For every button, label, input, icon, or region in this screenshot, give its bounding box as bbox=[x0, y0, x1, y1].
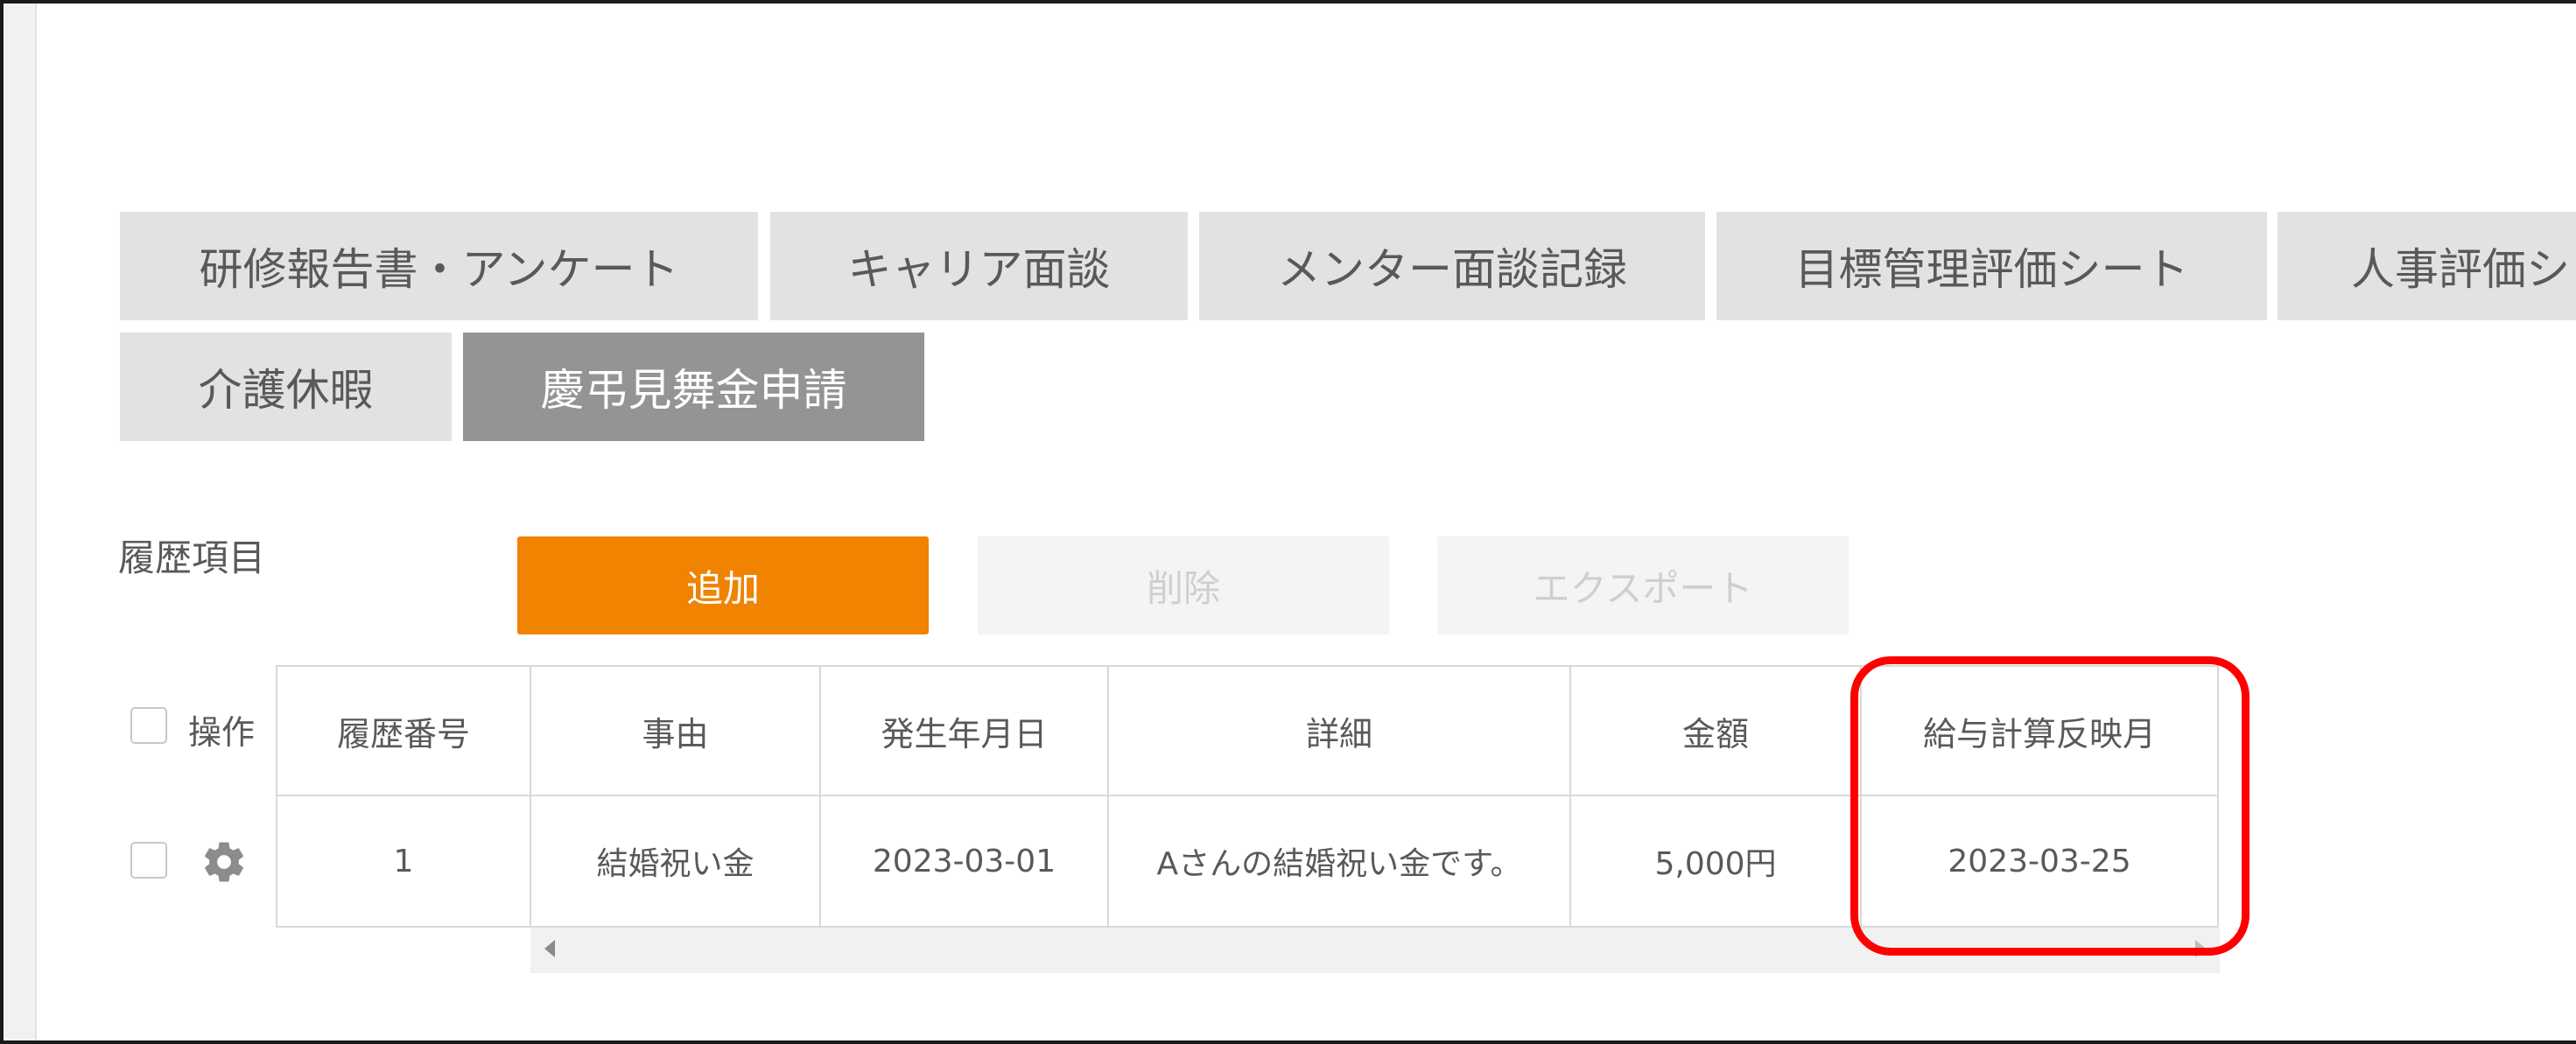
cell-amount: 5,000円 bbox=[1569, 795, 1862, 928]
header-occurrence-date: 発生年月日 bbox=[819, 665, 1109, 796]
export-button[interactable]: エクスポート bbox=[1437, 536, 1849, 634]
header-payroll-month: 給与計算反映月 bbox=[1860, 665, 2219, 796]
header-reason: 事由 bbox=[530, 665, 821, 796]
cell-history-number: 1 bbox=[276, 795, 531, 928]
row-checkbox[interactable] bbox=[130, 842, 167, 879]
tab-mentor-record[interactable]: メンター面談記録 bbox=[1199, 212, 1705, 320]
tab-condolence-application[interactable]: 慶弔見舞金申請 bbox=[463, 333, 924, 441]
operation-header: 操作 bbox=[188, 713, 256, 752]
horizontal-scrollbar[interactable] bbox=[530, 928, 2220, 973]
select-all-checkbox[interactable] bbox=[130, 707, 167, 744]
header-history-number: 履歴番号 bbox=[276, 665, 531, 796]
tab-hr-evaluation[interactable]: 人事評価シ bbox=[2278, 212, 2576, 320]
header-details: 詳細 bbox=[1107, 665, 1571, 796]
delete-button[interactable]: 削除 bbox=[978, 536, 1389, 634]
tab-career-interview[interactable]: キャリア面談 bbox=[770, 212, 1188, 320]
tab-goal-evaluation[interactable]: 目標管理評価シート bbox=[1716, 212, 2267, 320]
cell-payroll-month: 2023-03-25 bbox=[1860, 795, 2219, 928]
add-button[interactable]: 追加 bbox=[517, 536, 929, 634]
tab-training-report[interactable]: 研修報告書・アンケート bbox=[120, 212, 758, 320]
header-amount: 金額 bbox=[1569, 665, 1862, 796]
chevron-right-icon[interactable] bbox=[2195, 940, 2206, 957]
gear-icon[interactable] bbox=[200, 838, 248, 886]
cell-occurrence-date: 2023-03-01 bbox=[819, 795, 1109, 928]
chevron-left-icon[interactable] bbox=[544, 940, 555, 957]
tab-nursing-leave[interactable]: 介護休暇 bbox=[120, 333, 452, 441]
section-title: 履歴項目 bbox=[118, 536, 266, 579]
left-gutter bbox=[4, 4, 37, 1040]
cell-details: Aさんの結婚祝い金です。 bbox=[1107, 795, 1571, 928]
cell-reason: 結婚祝い金 bbox=[530, 795, 821, 928]
